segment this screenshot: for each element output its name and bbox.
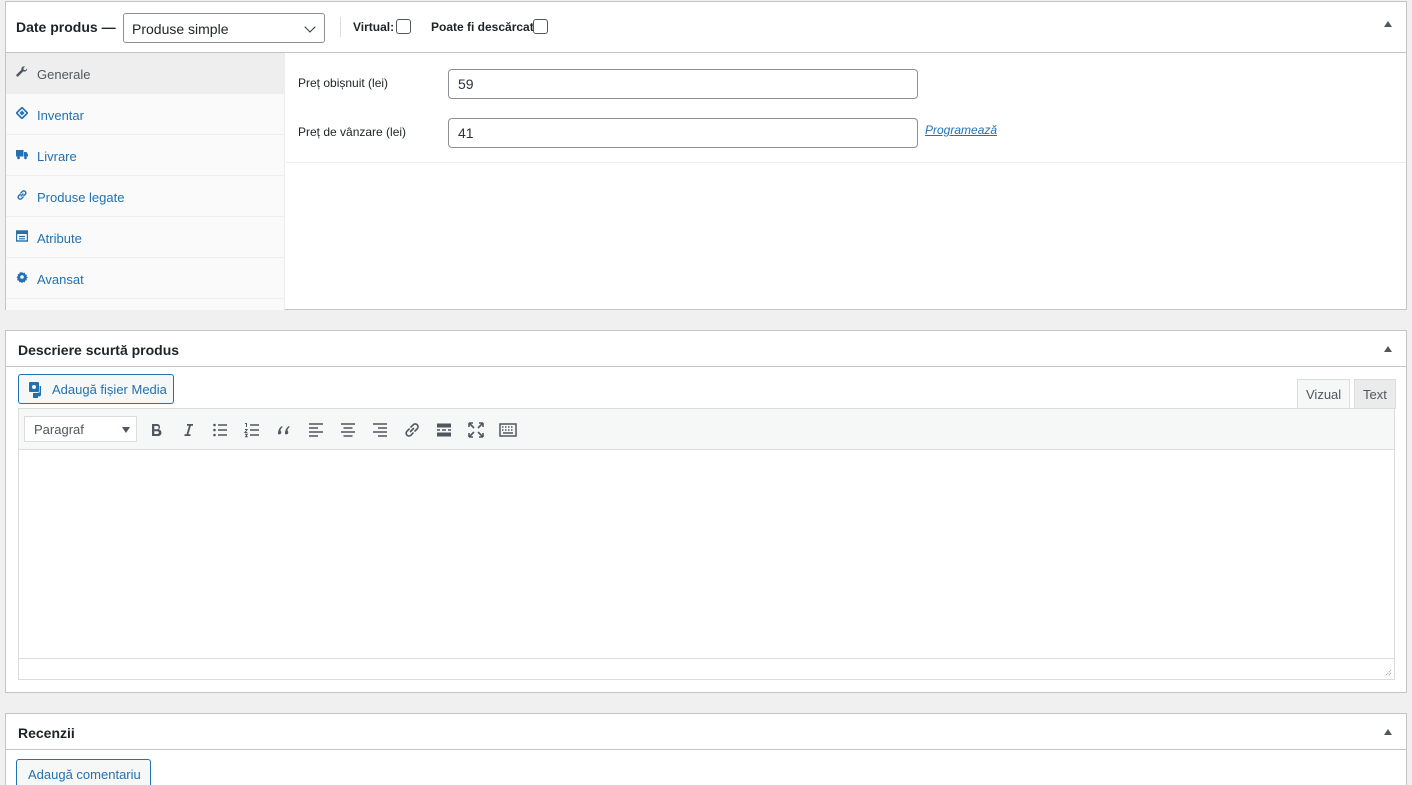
reviews-box: Recenzii Adaugă comentariu xyxy=(5,713,1407,785)
chevron-down-icon xyxy=(304,21,316,33)
resize-handle-icon[interactable] xyxy=(1382,667,1392,677)
downloadable-checkbox[interactable] xyxy=(533,19,548,34)
collapse-toggle-icon[interactable] xyxy=(1384,21,1392,27)
reviews-header: Recenzii xyxy=(6,714,1406,750)
tab-text[interactable]: Text xyxy=(1354,379,1396,409)
tab-generale[interactable]: Generale xyxy=(6,53,285,94)
virtual-label: Virtual: xyxy=(353,20,395,34)
virtual-checkbox[interactable] xyxy=(396,19,411,34)
product-type-value: Produse simple xyxy=(132,21,229,37)
wrench-icon xyxy=(16,66,28,77)
fullscreen-icon[interactable] xyxy=(464,418,488,442)
add-media-button[interactable]: Adaugă fișier Media xyxy=(18,374,174,404)
sale-price-input[interactable] xyxy=(448,118,918,148)
general-panel: Preț obișnuit (lei) Preț de vânzare (lei… xyxy=(286,53,1406,163)
product-type-select[interactable]: Produse simple xyxy=(123,13,325,43)
add-comment-button[interactable]: Adaugă comentariu xyxy=(16,759,151,785)
header-divider xyxy=(340,17,341,37)
truck-icon xyxy=(16,150,28,160)
dropdown-arrow-icon xyxy=(122,427,130,433)
short-description-box: Descriere scurtă produs Adaugă fișier Me… xyxy=(5,330,1407,693)
tab-avansat[interactable]: Avansat xyxy=(6,258,285,299)
numbered-list-icon[interactable] xyxy=(240,418,264,442)
media-icon xyxy=(29,382,42,398)
read-more-icon[interactable] xyxy=(432,418,456,442)
tab-label: Produse legate xyxy=(37,190,125,205)
product-data-box: Date produs — Produse simple Virtual: Po… xyxy=(5,1,1407,310)
editor-toolbar: Paragraf xyxy=(19,409,1394,450)
format-select-value: Paragraf xyxy=(34,422,84,437)
regular-price-input[interactable] xyxy=(448,69,918,99)
reviews-title: Recenzii xyxy=(18,725,75,741)
product-data-header: Date produs — Produse simple Virtual: Po… xyxy=(6,2,1406,53)
tab-livrare[interactable]: Livrare xyxy=(6,135,285,176)
table-icon xyxy=(16,230,28,242)
sale-price-label: Preț de vânzare (lei) xyxy=(298,125,407,139)
italic-icon[interactable] xyxy=(176,418,200,442)
editor-statusbar xyxy=(19,658,1394,679)
regular-price-label: Preț obișnuit (lei) xyxy=(298,76,389,90)
align-left-icon[interactable] xyxy=(304,418,328,442)
tab-label: Generale xyxy=(37,67,91,82)
toolbar-toggle-icon[interactable] xyxy=(496,418,520,442)
short-description-title: Descriere scurtă produs xyxy=(18,342,180,358)
tab-label: Livrare xyxy=(37,149,77,164)
collapse-toggle-icon[interactable] xyxy=(1384,729,1392,735)
tab-label: Avansat xyxy=(37,272,84,287)
downloadable-label: Poate fi descărcat: xyxy=(431,20,538,34)
tab-produse-legate[interactable]: Produse legate xyxy=(6,176,285,217)
bullet-list-icon[interactable] xyxy=(208,418,232,442)
align-right-icon[interactable] xyxy=(368,418,392,442)
tab-atribute[interactable]: Atribute xyxy=(6,217,285,258)
blockquote-icon[interactable] xyxy=(272,418,296,442)
product-data-title: Date produs — xyxy=(16,19,116,35)
gear-icon xyxy=(16,271,28,283)
product-data-tabs: Generale Inventar Livrare Produse legate… xyxy=(6,53,285,310)
link-icon xyxy=(17,190,27,200)
short-description-header: Descriere scurtă produs xyxy=(6,331,1406,367)
collapse-toggle-icon[interactable] xyxy=(1384,346,1392,352)
format-select[interactable]: Paragraf xyxy=(24,416,137,442)
tab-inventar[interactable]: Inventar xyxy=(6,94,285,135)
tab-label: Inventar xyxy=(37,108,84,123)
schedule-sale-link[interactable]: Programează xyxy=(925,123,997,137)
align-center-icon[interactable] xyxy=(336,418,360,442)
tab-vizual[interactable]: Vizual xyxy=(1297,379,1351,409)
bold-icon[interactable] xyxy=(144,418,168,442)
editor-container: Paragraf xyxy=(18,408,1395,680)
tab-label: Atribute xyxy=(37,231,82,246)
tag-icon xyxy=(16,107,28,119)
add-comment-label: Adaugă comentariu xyxy=(28,767,141,782)
add-media-label: Adaugă fișier Media xyxy=(52,382,167,397)
insert-link-icon[interactable] xyxy=(400,418,424,442)
editor-content-area[interactable] xyxy=(19,451,1394,659)
